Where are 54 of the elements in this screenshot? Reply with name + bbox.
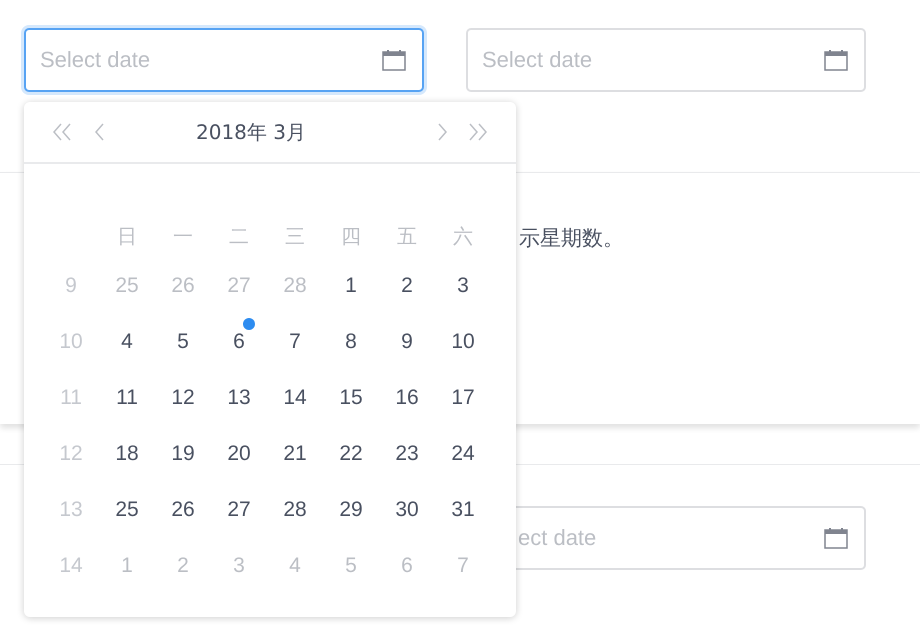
day-cell[interactable]: 12 [169, 382, 197, 414]
date-field[interactable]: Select date [24, 28, 424, 92]
day-cell[interactable]: 27 [225, 494, 253, 526]
previous-month-button[interactable] [94, 123, 105, 141]
week-number: 11 [60, 385, 82, 412]
day-cell[interactable]: 23 [393, 438, 421, 470]
week-number: 12 [59, 441, 83, 468]
day-cell[interactable]: 17 [449, 382, 477, 414]
previous-year-button[interactable] [52, 123, 72, 141]
day-cell[interactable]: 26 [169, 494, 197, 526]
day-cell[interactable]: 24 [449, 438, 477, 470]
day-cell[interactable]: 22 [337, 438, 365, 470]
description-text: 示星期数。 [519, 226, 624, 250]
day-cell[interactable]: 19 [169, 438, 197, 470]
month-title: 2018年 3月 [195, 119, 307, 146]
day-cell[interactable]: 18 [113, 438, 141, 470]
day-cell[interactable]: 1 [343, 270, 359, 302]
day-cell[interactable]: 15 [337, 382, 365, 414]
weekday-label: 一 [173, 223, 193, 250]
day-cell[interactable]: 6 [231, 326, 247, 358]
day-cell[interactable]: 10 [449, 326, 477, 358]
next-year-button[interactable] [468, 123, 488, 141]
week-number: 9 [65, 273, 77, 300]
day-cell[interactable]: 28 [281, 494, 309, 526]
day-cell[interactable]: 25 [113, 494, 141, 526]
day-cell[interactable]: 21 [281, 438, 309, 470]
weekday-label: 二 [229, 223, 249, 250]
day-cell[interactable]: 31 [449, 494, 477, 526]
day-cell[interactable]: 8 [343, 326, 359, 358]
weekday-label: 三 [285, 223, 305, 250]
week-number: 14 [59, 553, 83, 580]
weekday-label: 四 [341, 223, 361, 250]
day-cell[interactable]: 4 [119, 326, 135, 358]
calendar-icon [382, 49, 406, 71]
weekday-label: 五 [397, 223, 417, 250]
day-cell[interactable]: 11 [114, 382, 140, 414]
day-cell[interactable]: 5 [175, 326, 191, 358]
week-number: 10 [59, 329, 83, 356]
day-cell[interactable]: 14 [281, 382, 309, 414]
next-month-button[interactable] [437, 123, 448, 141]
weekday-label: 日 [117, 223, 137, 250]
day-cell[interactable]: 16 [393, 382, 421, 414]
weekday-label: 六 [453, 223, 473, 250]
day-cell[interactable]: 3 [455, 270, 471, 302]
day-cell[interactable]: 30 [393, 494, 421, 526]
day-cell[interactable]: 2 [399, 270, 415, 302]
calendar-icon [824, 527, 848, 549]
day-cell[interactable]: 7 [287, 326, 303, 358]
day-cell[interactable]: 9 [399, 326, 415, 358]
day-cell[interactable]: 20 [225, 438, 253, 470]
day-cell[interactable]: 13 [225, 382, 253, 414]
calendar-icon [824, 49, 848, 71]
week-number: 13 [59, 497, 83, 524]
day-cell[interactable]: 29 [337, 494, 365, 526]
